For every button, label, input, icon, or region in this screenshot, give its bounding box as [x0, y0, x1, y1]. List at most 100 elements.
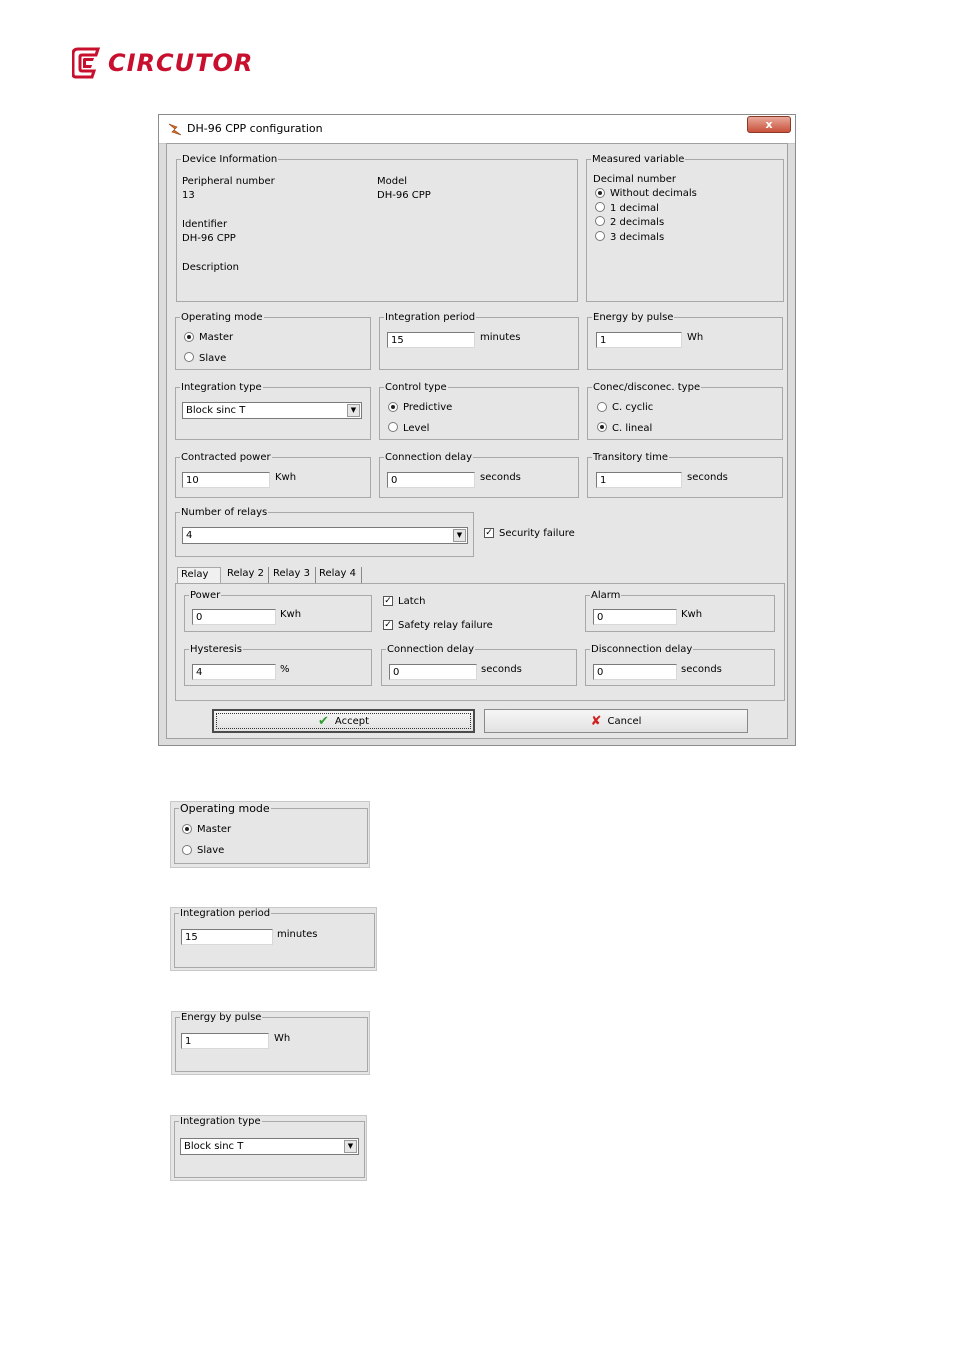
- dialog-title: DH-96 CPP configuration: [187, 122, 323, 135]
- radio-level[interactable]: [388, 422, 398, 432]
- identifier-value: DH-96 CPP: [182, 233, 236, 244]
- snippet-energy-by-pulse: Energy by pulse 1 Wh: [171, 1011, 370, 1075]
- radio-master[interactable]: [184, 332, 194, 342]
- unit-label: seconds: [687, 472, 728, 483]
- radio-master[interactable]: [182, 824, 192, 834]
- radio-label: Master: [197, 824, 232, 835]
- description-label: Description: [182, 262, 239, 273]
- snippet-integration-type: Integration type Block sinc T ▼: [170, 1115, 367, 1181]
- radio-label: 3 decimals: [610, 232, 665, 243]
- model-label: Model: [377, 176, 408, 187]
- group-legend: Control type: [385, 382, 447, 393]
- tab-relay-4[interactable]: Relay 4: [316, 567, 362, 583]
- integration-type-select[interactable]: Block sinc T ▼: [180, 1138, 359, 1155]
- radio-slave[interactable]: [184, 352, 194, 362]
- number-of-relays-select[interactable]: 4 ▼: [182, 527, 468, 544]
- model-value: DH-96 CPP: [377, 190, 431, 201]
- group-legend: Conec/disconec. type: [593, 382, 701, 393]
- radio-label: C. lineal: [612, 423, 653, 434]
- tab-relay-2[interactable]: Relay 2: [224, 567, 269, 583]
- relay-hysteresis-input[interactable]: 4: [192, 664, 276, 680]
- chevron-down-icon[interactable]: ▼: [344, 1140, 357, 1153]
- contracted-power-input[interactable]: 10: [182, 472, 270, 488]
- group-legend: Connection delay: [385, 452, 473, 463]
- relay-power-input[interactable]: 0: [192, 609, 276, 625]
- transitory-time-input[interactable]: 1: [596, 472, 682, 488]
- chevron-down-icon[interactable]: ▼: [453, 529, 466, 542]
- relay-alarm-input[interactable]: 0: [593, 609, 677, 625]
- unit-label: minutes: [277, 929, 318, 940]
- radio-label: 1 decimal: [610, 203, 659, 214]
- energy-by-pulse-input[interactable]: 1: [596, 332, 682, 348]
- tab-relay-3[interactable]: Relay 3: [270, 567, 316, 583]
- unit-label: Wh: [687, 332, 704, 343]
- integration-period-input[interactable]: 15: [181, 929, 273, 945]
- configuration-dialog: DH-96 CPP configuration x Device Informa…: [158, 114, 796, 746]
- unit-label: minutes: [480, 332, 521, 343]
- group-legend: Device Information: [182, 154, 278, 165]
- unit-label: Kwh: [275, 472, 297, 483]
- radio-1-decimal[interactable]: [595, 202, 605, 212]
- unit-label: Wh: [274, 1033, 291, 1044]
- radio-label: C. cyclic: [612, 402, 654, 413]
- security-failure-checkbox[interactable]: ✓: [484, 528, 494, 538]
- radio-c-lineal[interactable]: [597, 422, 607, 432]
- select-value: 4: [186, 530, 193, 541]
- cross-icon: ✘: [590, 713, 602, 729]
- safety-relay-failure-checkbox[interactable]: ✓: [383, 620, 393, 630]
- group-legend: Measured variable: [592, 154, 685, 165]
- radio-predictive[interactable]: [388, 402, 398, 412]
- group-legend: Number of relays: [181, 507, 268, 518]
- chevron-down-icon[interactable]: ▼: [347, 404, 360, 417]
- radio-label: 2 decimals: [610, 217, 665, 228]
- select-value: Block sinc T: [184, 1141, 244, 1152]
- focus-rectangle: [216, 713, 471, 729]
- circutor-logo-icon: [72, 47, 101, 79]
- radio-slave[interactable]: [182, 845, 192, 855]
- tab-relay-1[interactable]: Relay 1: [177, 567, 221, 594]
- group-legend: Operating mode: [181, 312, 263, 323]
- select-value: Block sinc T: [186, 405, 246, 416]
- unit-label: Kwh: [280, 609, 302, 620]
- dialog-body: Device Information Peripheral number 1 3 …: [166, 143, 788, 739]
- unit-label: seconds: [480, 472, 521, 483]
- accept-button[interactable]: ✔ Accept: [212, 709, 475, 733]
- peripheral-number-label: Peripheral number: [182, 176, 275, 187]
- cancel-label: Cancel: [607, 715, 642, 727]
- relay-disconnection-delay-input[interactable]: 0: [593, 664, 677, 680]
- latch-label: Latch: [398, 596, 426, 607]
- radio-label: Without decimals: [610, 188, 697, 199]
- latch-checkbox[interactable]: ✓: [383, 596, 393, 606]
- snippet-integration-period: Integration period 15 minutes: [170, 907, 377, 971]
- security-failure-label: Security failure: [499, 528, 575, 539]
- radio-2-decimals[interactable]: [595, 216, 605, 226]
- radio-label: Level: [403, 423, 430, 434]
- logo-text: CIRCUTOR: [108, 49, 254, 77]
- group-legend: Transitory time: [593, 452, 669, 463]
- close-button[interactable]: x: [747, 116, 791, 133]
- group-legend: Disconnection delay: [591, 644, 693, 655]
- close-icon: x: [765, 118, 773, 131]
- radio-without-decimals[interactable]: [595, 188, 605, 198]
- group-legend: Integration period: [385, 312, 476, 323]
- group-legend: Energy by pulse: [593, 312, 674, 323]
- app-icon: [168, 123, 182, 136]
- radio-c-cyclic[interactable]: [597, 402, 607, 412]
- group-legend: Integration type: [181, 382, 262, 393]
- snippet-operating-mode: Operating mode Master Slave: [170, 801, 370, 868]
- integration-period-input[interactable]: 15: [387, 332, 475, 348]
- radio-label: Master: [199, 332, 234, 343]
- group-legend: Power: [190, 590, 221, 601]
- radio-3-decimals[interactable]: [595, 231, 605, 241]
- connection-delay-input[interactable]: 0: [387, 472, 475, 488]
- cancel-button[interactable]: ✘ Cancel: [484, 709, 748, 733]
- group-legend: Energy by pulse: [181, 1012, 262, 1023]
- energy-by-pulse-input[interactable]: 1: [181, 1033, 269, 1049]
- relay-connection-delay-input[interactable]: 0: [389, 664, 477, 680]
- integration-type-select[interactable]: Block sinc T ▼: [182, 402, 362, 419]
- unit-label: seconds: [681, 664, 722, 675]
- safety-relay-failure-label: Safety relay failure: [398, 620, 493, 631]
- title-bar: DH-96 CPP configuration x: [159, 115, 795, 144]
- peripheral-number-value: 13: [182, 190, 195, 201]
- unit-label: Kwh: [681, 609, 703, 620]
